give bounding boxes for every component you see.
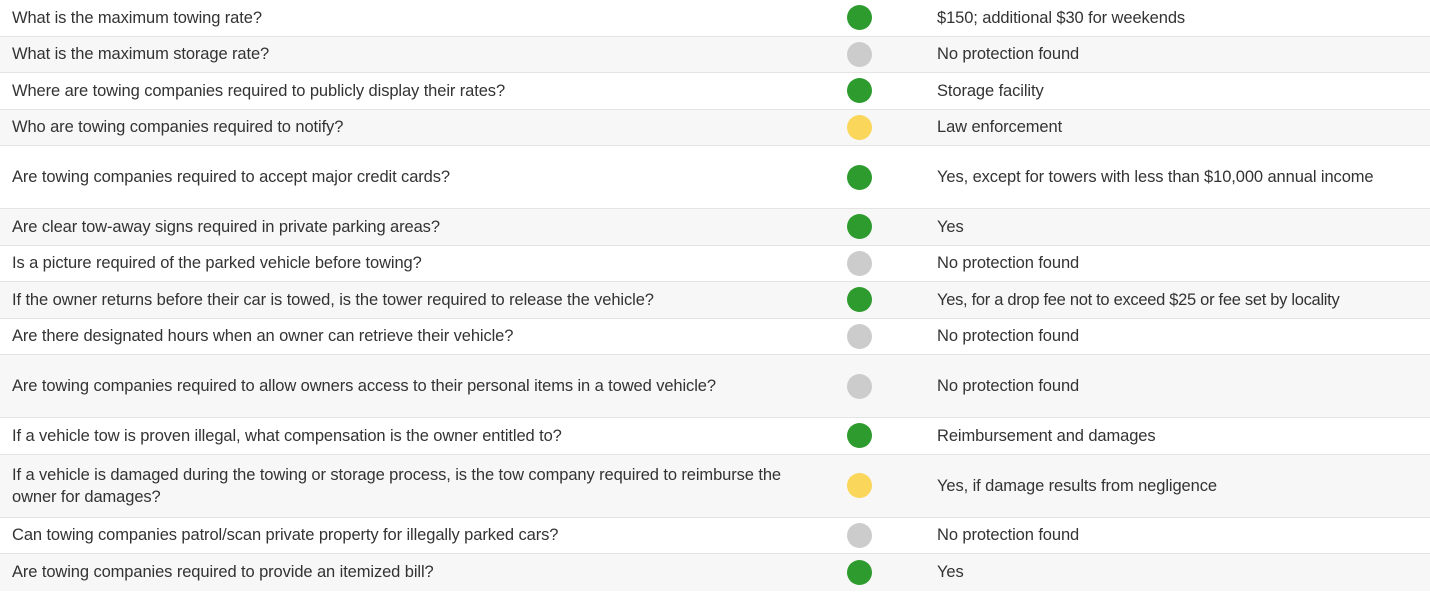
table-row: If the owner returns before their car is… [0,282,1430,319]
status-indicator-icon [846,5,872,31]
answer-text: Reimbursement and damages [937,426,1156,445]
status-indicator-icon [846,164,872,190]
status-cell [790,373,928,399]
answer-text: No protection found [937,45,1080,64]
question-text: Are there designated hours when an owner… [12,327,514,346]
table-row: Can towing companies patrol/scan private… [0,518,1430,554]
answer-text: No protection found [937,377,1080,395]
status-cell [790,559,928,585]
table-row: What is the maximum towing rate? $150; a… [0,0,1430,37]
status-indicator-icon [846,473,872,498]
status-indicator-icon [846,373,872,399]
status-indicator-icon [846,78,872,104]
question-text: If a vehicle is damaged during the towin… [12,465,781,506]
answer-text: Yes [937,217,964,236]
status-cell [790,250,928,276]
status-indicator-icon [846,423,872,449]
question-text: Can towing companies patrol/scan private… [12,526,559,545]
status-cell [790,78,928,104]
table-row: Are towing companies required to provide… [0,554,1430,591]
status-indicator-icon [846,323,872,349]
status-indicator-icon [846,287,872,313]
question-text: Are towing companies required to allow o… [12,377,716,395]
status-indicator-icon [846,41,872,67]
question-text: If the owner returns before their car is… [12,290,654,309]
question-text: Who are towing companies required to not… [12,118,344,137]
towing-protections-table: What is the maximum towing rate? $150; a… [0,0,1430,591]
answer-text: No protection found [937,526,1080,545]
answer-text: Law enforcement [937,118,1063,137]
table-row: Is a picture required of the parked vehi… [0,246,1430,282]
status-cell [790,114,928,140]
question-text: Are towing companies required to accept … [12,168,450,186]
status-cell [790,214,928,240]
status-indicator-icon [846,114,872,140]
status-indicator-icon [846,559,872,585]
table-row: Are towing companies required to allow o… [0,355,1430,418]
question-text: Are towing companies required to provide… [12,563,434,582]
table-row: Where are towing companies required to p… [0,73,1430,110]
status-indicator-icon [846,250,872,276]
question-text: Where are towing companies required to p… [12,81,506,100]
table-row: Are there designated hours when an owner… [0,319,1430,355]
status-cell [790,287,928,313]
table-row: Who are towing companies required to not… [0,109,1430,146]
status-cell [790,423,928,449]
table-row: What is the maximum storage rate? No pro… [0,36,1430,73]
status-cell [790,5,928,31]
answer-text: Yes, except for towers with less than $1… [937,168,1374,186]
question-text: What is the maximum towing rate? [12,8,262,27]
status-cell [790,164,928,190]
question-text: If a vehicle tow is proven illegal, what… [12,426,562,445]
status-indicator-icon [846,214,872,240]
answer-text: No protection found [937,327,1080,346]
answer-text: Yes, for a drop fee not to exceed $25 or… [937,290,1340,309]
status-cell [790,323,928,349]
status-cell [790,41,928,67]
status-indicator-icon [846,522,872,548]
status-cell [790,473,928,498]
status-cell [790,522,928,548]
question-text: What is the maximum storage rate? [12,45,270,64]
answer-text: Yes, if damage results from negligence [937,476,1217,495]
table-row: If a vehicle is damaged during the towin… [0,454,1430,518]
table-row: If a vehicle tow is proven illegal, what… [0,418,1430,455]
question-text: Is a picture required of the parked vehi… [12,254,422,273]
answer-text: No protection found [937,254,1080,273]
answer-text: Yes [937,563,964,582]
table-row: Are towing companies required to accept … [0,146,1430,209]
question-text: Are clear tow-away signs required in pri… [12,217,440,236]
answer-text: Storage facility [937,81,1044,100]
table-row: Are clear tow-away signs required in pri… [0,209,1430,246]
answer-text: $150; additional $30 for weekends [937,8,1186,27]
